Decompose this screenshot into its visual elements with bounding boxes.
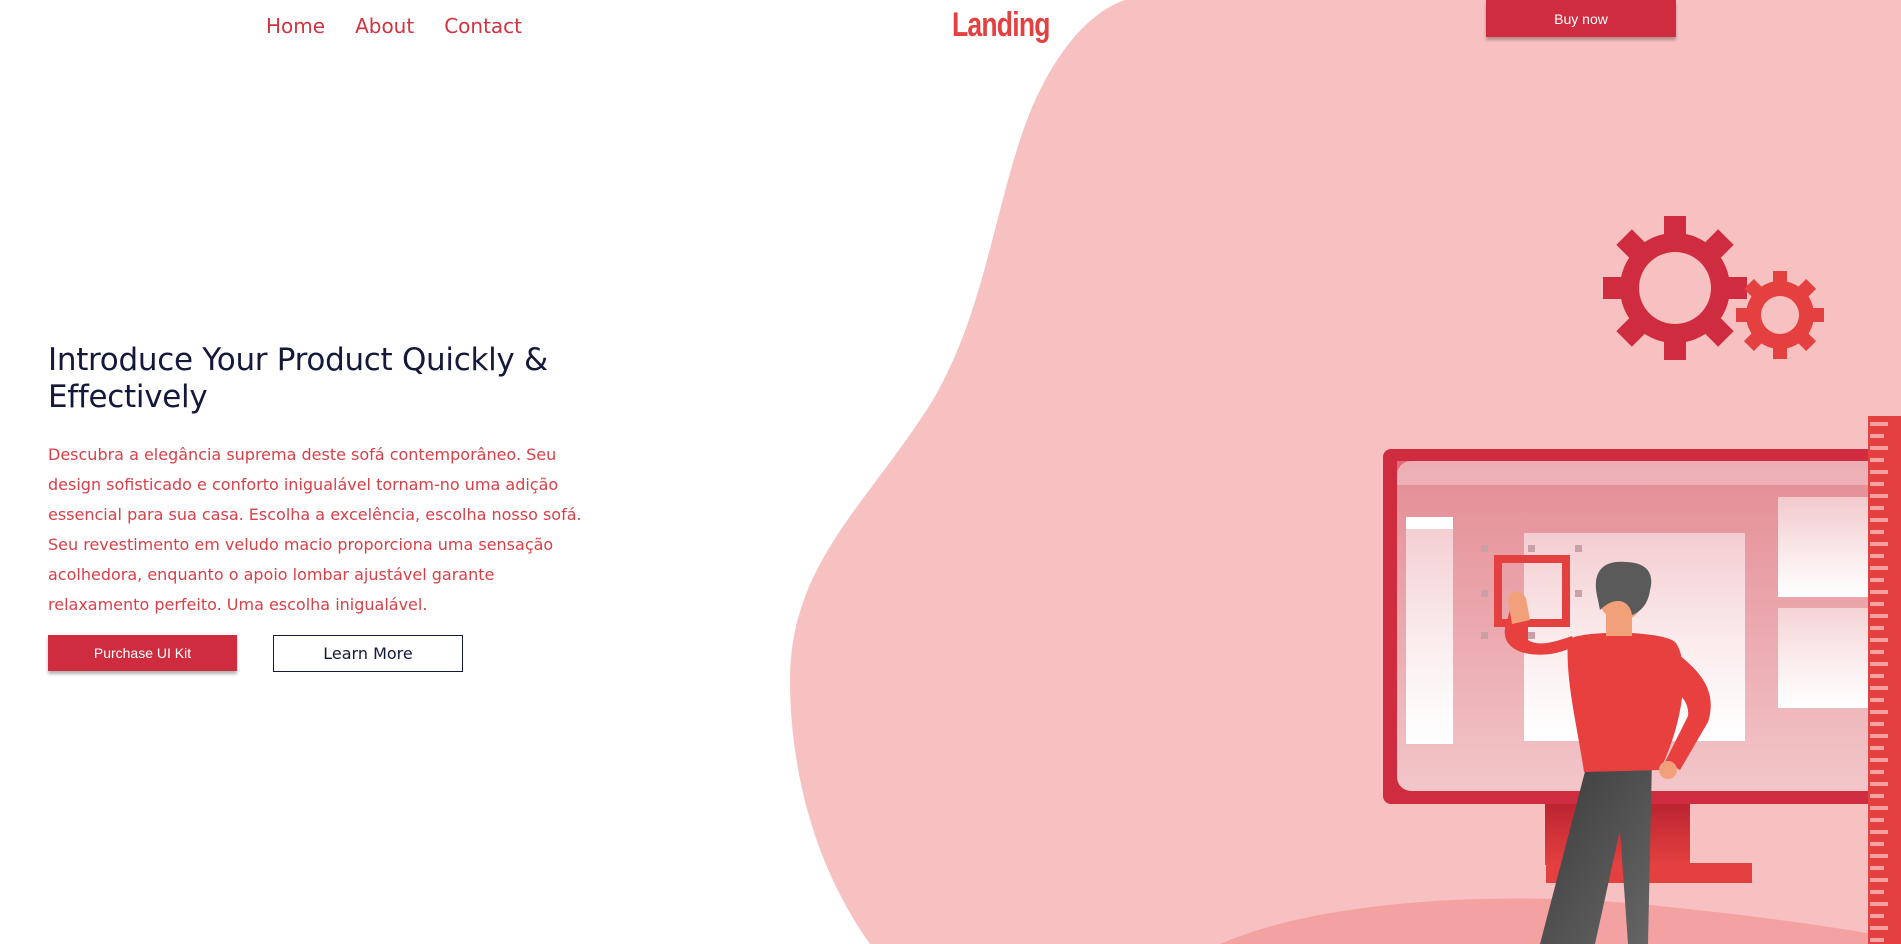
nav-link-about[interactable]: About [355, 14, 414, 38]
ruler-tick [1870, 926, 1888, 930]
ruler-tick [1870, 554, 1884, 558]
ruler-tick [1870, 794, 1884, 798]
ruler-tick [1870, 758, 1888, 762]
hero-illustration [1383, 216, 1901, 944]
ruler-tick [1870, 542, 1888, 546]
ruler-tick [1870, 782, 1888, 786]
ruler-tick [1870, 686, 1888, 690]
ruler-tick [1870, 590, 1888, 594]
ruler-tick [1870, 890, 1884, 894]
ruler-tick [1870, 830, 1888, 834]
ruler-tick [1870, 698, 1884, 702]
ruler-tick [1870, 818, 1884, 822]
ruler-tick [1870, 938, 1884, 942]
ruler-tick [1870, 866, 1884, 870]
gear-icon [1603, 216, 1824, 360]
purchase-ui-kit-button[interactable]: Purchase UI Kit [48, 635, 237, 671]
nav-link-home[interactable]: Home [266, 14, 325, 38]
ruler-tick [1870, 626, 1884, 630]
ruler-tick [1870, 602, 1884, 606]
ruler-tick [1870, 842, 1884, 846]
ruler-tick [1870, 914, 1884, 918]
ruler-tick [1870, 770, 1884, 774]
logo[interactable]: Landing [952, 6, 1050, 45]
ruler-tick [1870, 662, 1888, 666]
ruler-tick [1870, 878, 1888, 882]
ruler-tick [1870, 494, 1888, 498]
ruler-tick [1870, 614, 1888, 618]
ruler-tick [1870, 902, 1888, 906]
ruler-tick [1870, 506, 1884, 510]
ruler-tick [1870, 854, 1888, 858]
ruler-tick [1870, 746, 1884, 750]
hero-buttons: Purchase UI Kit Learn More [48, 635, 608, 675]
ruler-tick [1870, 422, 1888, 426]
ruler-tick [1870, 674, 1884, 678]
nav-links: Home About Contact [266, 14, 522, 38]
ruler-icon [1868, 416, 1901, 944]
hero-title: Introduce Your Product Quickly & Effecti… [48, 342, 548, 415]
ruler-tick [1870, 806, 1888, 810]
ruler-tick [1870, 638, 1888, 642]
ruler-tick [1870, 518, 1888, 522]
buy-now-button[interactable]: Buy now [1486, 0, 1676, 37]
ruler-tick [1870, 734, 1888, 738]
hero-section: Introduce Your Product Quickly & Effecti… [48, 342, 608, 675]
learn-more-button[interactable]: Learn More [273, 635, 463, 672]
landing-page: Home About Contact Landing Buy now Intro… [0, 0, 1901, 944]
ruler-tick [1870, 530, 1884, 534]
ruler-tick [1870, 470, 1888, 474]
ruler-tick [1870, 434, 1884, 438]
ruler-tick [1870, 446, 1888, 450]
ruler-tick [1870, 650, 1884, 654]
nav-link-contact[interactable]: Contact [444, 14, 522, 38]
ruler-tick [1870, 722, 1884, 726]
ruler-tick [1870, 458, 1884, 462]
ruler-tick [1870, 578, 1884, 582]
ruler-tick [1870, 482, 1884, 486]
ruler-tick [1870, 710, 1888, 714]
hero-description: Descubra a elegância suprema deste sofá … [48, 445, 582, 614]
ruler-tick [1870, 566, 1888, 570]
top-nav: Home About Contact Landing Buy now [0, 0, 1901, 52]
